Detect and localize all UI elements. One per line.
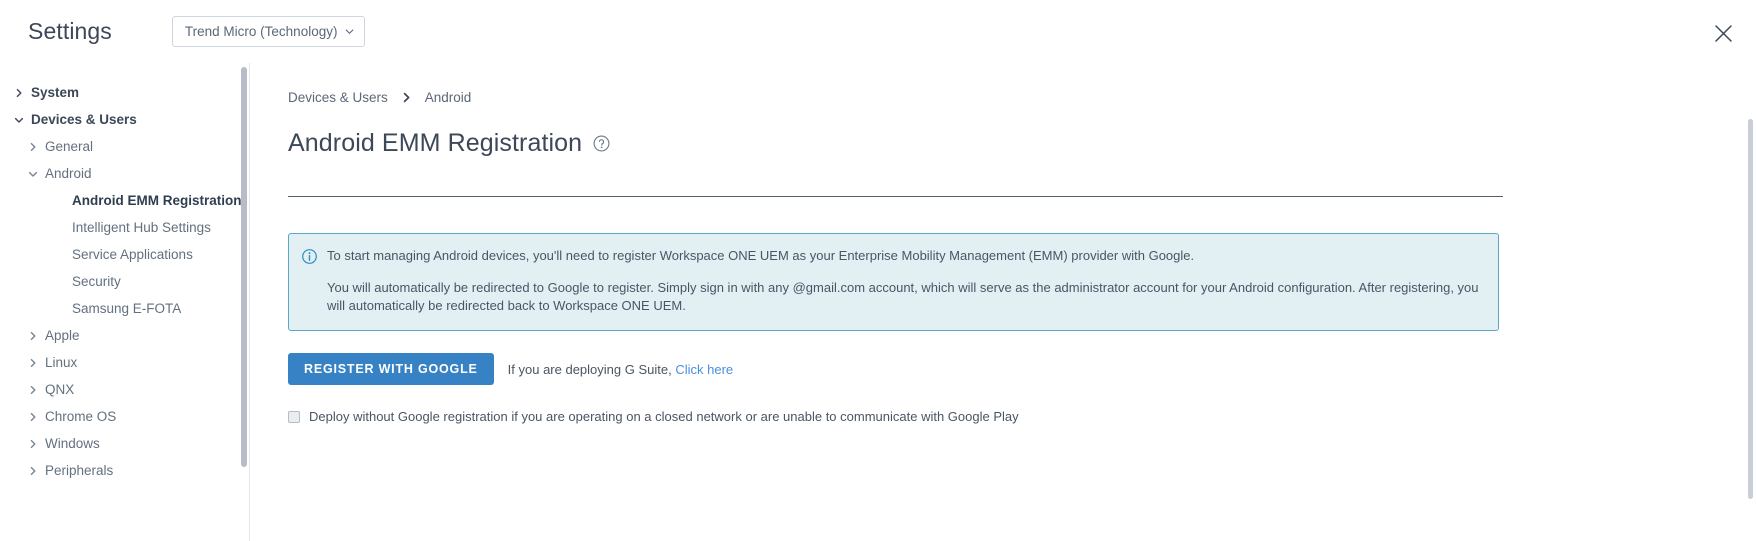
sidebar-item-label: Security [72, 274, 121, 289]
sidebar-item-peripherals[interactable]: Peripherals [0, 457, 249, 484]
sidebar-item-label: Peripherals [45, 463, 113, 478]
sidebar-item-label: Service Applications [72, 247, 193, 262]
window-body: System Devices & Users General Android Andro… [0, 63, 1756, 541]
window-header: Settings Trend Micro (Technology) [0, 0, 1756, 63]
main-scrollbar[interactable] [1748, 119, 1753, 499]
deploy-without-registration-label: Deploy without Google registration if yo… [309, 409, 1019, 424]
sidebar-scrollbar[interactable] [241, 67, 247, 467]
sidebar-item-android[interactable]: Android [0, 160, 249, 187]
sidebar-item-label: Android [45, 166, 92, 181]
info-circle-icon [302, 249, 317, 264]
sidebar-item-intelligent-hub-settings[interactable]: Intelligent Hub Settings [0, 214, 249, 241]
sidebar-item-label: Apple [45, 328, 80, 343]
page-title-row: Android EMM Registration [288, 129, 1718, 158]
info-banner: To start managing Android devices, you'l… [288, 233, 1499, 331]
sidebar-item-label: System [31, 85, 79, 100]
organization-group-selector[interactable]: Trend Micro (Technology) [172, 16, 366, 47]
sidebar-item-label: Windows [45, 436, 100, 451]
sidebar-item-general[interactable]: General [0, 133, 249, 160]
sidebar-nav-list: System Devices & Users General Android Andro… [0, 79, 249, 484]
sidebar-item-service-applications[interactable]: Service Applications [0, 241, 249, 268]
sidebar-item-android-emm-registration[interactable]: Android EMM Registration [0, 187, 249, 214]
chevron-right-icon [28, 358, 38, 368]
sidebar-item-label: Linux [45, 355, 77, 370]
sidebar-item-windows[interactable]: Windows [0, 430, 249, 457]
chevron-right-icon [28, 385, 38, 395]
deploy-without-registration-row: Deploy without Google registration if yo… [288, 409, 1718, 424]
chevron-down-icon [28, 169, 38, 179]
register-with-google-button[interactable]: REGISTER WITH GOOGLE [288, 353, 494, 385]
sidebar-item-system[interactable]: System [0, 79, 249, 106]
sidebar-item-security[interactable]: Security [0, 268, 249, 295]
page-title: Android EMM Registration [288, 129, 582, 158]
breadcrumb-item-android[interactable]: Android [425, 90, 472, 105]
sidebar-item-label: Intelligent Hub Settings [72, 220, 211, 235]
chevron-down-icon [14, 115, 24, 125]
info-banner-text: To start managing Android devices, you'l… [327, 247, 1482, 315]
chevron-right-icon [28, 439, 38, 449]
settings-sidebar: System Devices & Users General Android Andro… [0, 63, 250, 541]
chevron-right-icon [28, 412, 38, 422]
sidebar-item-chrome-os[interactable]: Chrome OS [0, 403, 249, 430]
breadcrumb-item-devices-users[interactable]: Devices & Users [288, 90, 388, 105]
chevron-down-icon [345, 27, 354, 36]
sidebar-item-label: Samsung E-FOTA [72, 301, 181, 316]
deploy-without-registration-checkbox[interactable] [288, 411, 300, 423]
close-icon [1714, 24, 1733, 43]
settings-window: Settings Trend Micro (Technology) System… [0, 0, 1756, 541]
page-header-title: Settings [28, 18, 112, 45]
chevron-right-icon [28, 466, 38, 476]
sidebar-item-apple[interactable]: Apple [0, 322, 249, 349]
click-here-link[interactable]: Click here [675, 362, 733, 377]
organization-group-label: Trend Micro (Technology) [185, 24, 338, 39]
main-content: Devices & Users Android Android EMM Regi… [250, 63, 1756, 541]
chevron-right-icon [28, 142, 38, 152]
breadcrumb: Devices & Users Android [288, 87, 1718, 107]
help-circle-icon[interactable] [593, 135, 610, 152]
close-button[interactable] [1708, 18, 1738, 48]
title-divider [288, 196, 1503, 197]
info-banner-line-2: You will automatically be redirected to … [327, 279, 1482, 315]
sidebar-item-label: Chrome OS [45, 409, 116, 424]
sidebar-item-label: General [45, 139, 93, 154]
sidebar-item-label: QNX [45, 382, 74, 397]
sidebar-item-devices-users[interactable]: Devices & Users [0, 106, 249, 133]
g-suite-note-text: If you are deploying G Suite, [508, 362, 672, 377]
chevron-right-icon [28, 331, 38, 341]
chevron-right-icon [401, 92, 412, 103]
chevron-right-icon [14, 88, 24, 98]
info-banner-line-1: To start managing Android devices, you'l… [327, 247, 1482, 264]
sidebar-item-label: Android EMM Registration [72, 193, 242, 208]
sidebar-item-samsung-e-fota[interactable]: Samsung E-FOTA [0, 295, 249, 322]
sidebar-item-label: Devices & Users [31, 112, 137, 127]
g-suite-note: If you are deploying G Suite, Click here [508, 362, 733, 377]
action-row: REGISTER WITH GOOGLE If you are deployin… [288, 353, 1718, 385]
sidebar-item-qnx[interactable]: QNX [0, 376, 249, 403]
sidebar-item-linux[interactable]: Linux [0, 349, 249, 376]
